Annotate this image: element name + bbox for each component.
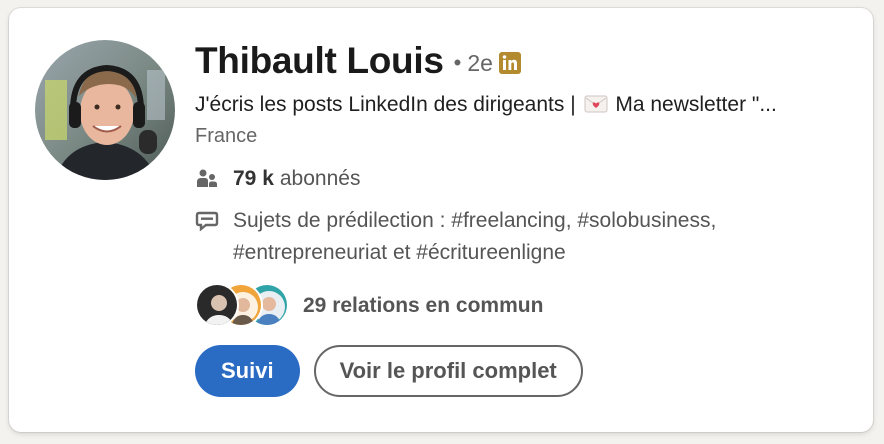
profile-avatar[interactable]: [35, 40, 175, 180]
profile-hover-card: Thibault Louis • 2e J'écris les posts Li…: [9, 8, 873, 432]
speech-bubble-icon: [195, 211, 219, 232]
profile-details: Thibault Louis • 2e J'écris les posts Li…: [195, 38, 855, 397]
mutual-connections-link[interactable]: 29 relations en commun: [303, 294, 543, 318]
headline-text-end: Ma newsletter "...: [615, 93, 777, 116]
profile-headline: J'écris les posts LinkedIn des dirigeant…: [195, 92, 855, 118]
follow-button[interactable]: Suivi: [195, 345, 300, 397]
separator-dot: •: [453, 50, 462, 75]
people-icon: [197, 169, 217, 187]
mutual-avatars: [195, 283, 291, 329]
view-full-profile-button[interactable]: Voir le profil complet: [313, 345, 583, 397]
topics-text: Sujets de prédilection : #freelancing, #…: [233, 209, 717, 264]
card-actions: Suivi Voir le profil complet: [195, 345, 855, 397]
mutual-connections-row[interactable]: 29 relations en commun: [195, 283, 855, 329]
followers-count: 79 k: [233, 167, 274, 190]
followers-label: abonnés: [279, 167, 361, 190]
followers-row: 79 k abonnés: [195, 167, 855, 191]
topics-row: Sujets de prédilection : #freelancing, #…: [195, 209, 855, 269]
connection-degree: 2e: [467, 50, 493, 76]
linkedin-icon: [498, 51, 521, 74]
mutual-avatar: [195, 283, 239, 327]
name-row: Thibault Louis • 2e: [195, 38, 855, 84]
headline-text-start: J'écris les posts LinkedIn des dirigeant…: [195, 93, 576, 116]
profile-name[interactable]: Thibault Louis: [195, 40, 444, 82]
love-letter-icon: [584, 95, 607, 113]
profile-location: France: [195, 125, 258, 147]
